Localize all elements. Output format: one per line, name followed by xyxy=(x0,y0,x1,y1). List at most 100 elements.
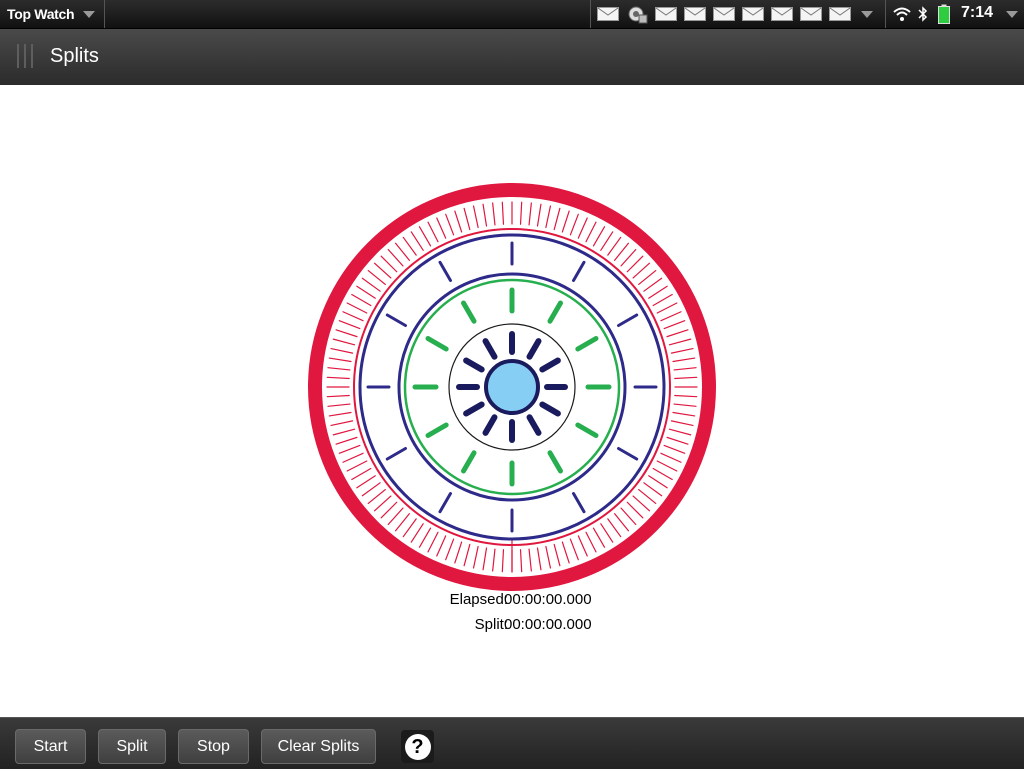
second-tick xyxy=(620,248,637,267)
second-tick xyxy=(445,538,455,561)
hour-tick xyxy=(572,260,586,282)
green-tick xyxy=(425,336,449,352)
hour-tick xyxy=(385,313,407,327)
bluetooth-icon xyxy=(918,6,928,22)
stop-button[interactable]: Stop xyxy=(178,729,249,764)
hub-tick xyxy=(482,338,498,360)
clock: 7:14 xyxy=(961,4,994,21)
second-tick xyxy=(607,518,622,538)
second-tick xyxy=(346,460,368,472)
second-tick xyxy=(585,221,597,243)
second-tick xyxy=(326,376,350,380)
second-tick xyxy=(613,513,630,532)
split-label: Split: xyxy=(474,616,508,633)
second-tick xyxy=(585,531,597,553)
second-tick xyxy=(553,543,561,567)
help-button[interactable]: ? xyxy=(401,730,434,763)
system-menu-chevron-icon xyxy=(1006,11,1018,18)
second-tick xyxy=(607,236,622,256)
second-tick xyxy=(387,507,404,526)
second-tick xyxy=(660,311,682,322)
second-tick xyxy=(569,213,579,236)
green-tick xyxy=(461,300,477,324)
second-tick xyxy=(394,242,411,261)
second-tick xyxy=(327,367,351,371)
split-button[interactable]: Split xyxy=(98,729,166,764)
second-tick xyxy=(660,452,682,463)
second-tick xyxy=(356,475,376,489)
hub-tick xyxy=(526,414,542,436)
second-tick xyxy=(454,210,463,233)
second-tick xyxy=(346,302,368,314)
split-value: 00:00:00.000 xyxy=(504,616,592,633)
second-tick xyxy=(674,394,698,398)
second-tick xyxy=(519,201,523,225)
wifi-icon xyxy=(893,7,911,21)
mail-icon[interactable] xyxy=(829,7,851,21)
elapsed-label: Elapsed: xyxy=(449,591,508,608)
page-title: Splits xyxy=(50,45,99,67)
green-tick xyxy=(547,450,563,474)
second-tick xyxy=(454,541,463,564)
second-tick xyxy=(335,329,358,338)
hub-tick xyxy=(539,357,561,373)
start-button[interactable]: Start xyxy=(15,729,86,764)
second-tick xyxy=(536,203,542,227)
second-tick xyxy=(380,501,398,519)
second-tick xyxy=(656,460,678,472)
hub-tick xyxy=(526,338,542,360)
second-tick xyxy=(418,527,432,548)
mail-icon[interactable] xyxy=(684,7,706,21)
app-menu[interactable]: Top Watch xyxy=(0,0,105,28)
second-tick xyxy=(492,202,496,226)
second-tick xyxy=(436,217,447,239)
second-tick xyxy=(463,543,471,567)
second-tick xyxy=(673,367,697,371)
second-tick xyxy=(545,205,552,229)
second-tick xyxy=(620,507,637,526)
second-tick xyxy=(613,242,630,261)
hour-tick xyxy=(617,313,639,327)
second-tick xyxy=(342,311,364,322)
stopwatch-dial xyxy=(308,183,716,591)
second-tick xyxy=(656,302,678,314)
hub-tick xyxy=(539,401,561,417)
second-tick xyxy=(545,545,552,569)
notification-area[interactable] xyxy=(590,0,886,28)
mail-icon[interactable] xyxy=(713,7,735,21)
second-tick xyxy=(528,548,532,572)
second-tick xyxy=(561,210,570,233)
mail-icon[interactable] xyxy=(597,7,619,21)
mail-icon[interactable] xyxy=(742,7,764,21)
second-tick xyxy=(600,231,614,251)
second-tick xyxy=(387,248,404,267)
system-menu[interactable]: 7:14 xyxy=(885,0,1024,28)
second-tick xyxy=(600,523,614,543)
mail-icon[interactable] xyxy=(655,7,677,21)
green-tick xyxy=(575,336,599,352)
second-tick xyxy=(361,482,381,497)
second-tick xyxy=(638,488,657,505)
second-tick xyxy=(501,201,505,225)
second-tick xyxy=(328,357,352,363)
notifications-chevron-icon[interactable] xyxy=(861,11,873,18)
app-title: Top Watch xyxy=(7,6,75,22)
second-tick xyxy=(592,527,606,548)
settings-notification-icon[interactable] xyxy=(626,4,648,24)
second-tick xyxy=(351,293,372,307)
second-tick xyxy=(648,475,668,489)
mail-icon[interactable] xyxy=(771,7,793,21)
second-tick xyxy=(330,347,354,354)
elapsed-value: 00:00:00.000 xyxy=(504,591,592,608)
clear-splits-button[interactable]: Clear Splits xyxy=(261,729,376,764)
second-tick xyxy=(463,207,471,231)
second-tick xyxy=(672,357,696,363)
mail-icon[interactable] xyxy=(800,7,822,21)
second-tick xyxy=(330,420,354,427)
second-tick xyxy=(410,231,424,251)
second-tick xyxy=(663,320,686,330)
second-tick xyxy=(569,538,579,561)
drag-handle-icon[interactable] xyxy=(17,44,35,68)
hub-center xyxy=(484,359,540,415)
app-menu-chevron-icon xyxy=(83,11,95,18)
